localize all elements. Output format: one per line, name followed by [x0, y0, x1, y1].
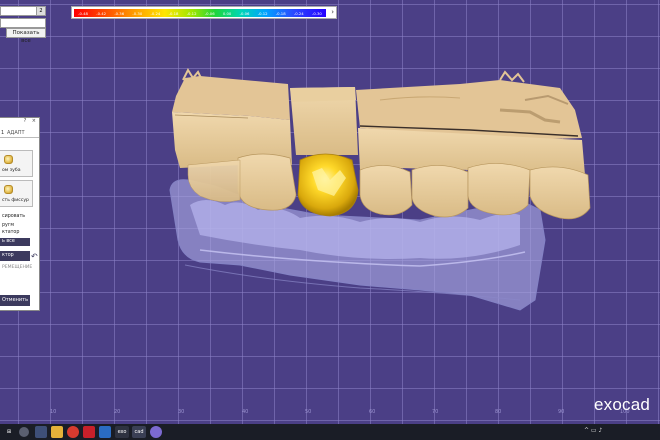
- tab-1[interactable]: 1: [1, 130, 4, 136]
- panel-tabs: 1 АДАПТ: [0, 129, 39, 138]
- system-tray-icons[interactable]: ^ ▭ ♪: [584, 427, 602, 434]
- color-scale-expand-icon[interactable]: ›: [331, 8, 334, 17]
- chrome-icon[interactable]: [67, 426, 79, 438]
- app-icon[interactable]: [99, 426, 111, 438]
- ruler-label: 80: [495, 409, 502, 415]
- viewer-icon[interactable]: [150, 426, 162, 438]
- color-tick: -0.18: [168, 10, 179, 16]
- color-tick: -0.42: [96, 10, 107, 16]
- tooth-premolar-1: [237, 153, 297, 211]
- tooth-tool-label: ом зуба: [2, 168, 21, 173]
- ruler-label: 60: [369, 409, 376, 415]
- panel-help-close-icons[interactable]: ? ×: [24, 118, 38, 124]
- ruler-label: 90: [558, 409, 565, 415]
- color-tick: -0.30: [311, 10, 322, 16]
- undo-icon[interactable]: ↶: [31, 252, 38, 261]
- color-scale-ticks: -0.48 -0.42 -0.36 -0.30 -0.24 -0.18 -0.1…: [74, 9, 326, 17]
- color-tick: -0.06: [239, 10, 250, 16]
- ruler-label: 50: [305, 409, 312, 415]
- opera-icon[interactable]: [83, 426, 95, 438]
- folder-icon[interactable]: [51, 426, 63, 438]
- visibility-field-2[interactable]: [0, 18, 46, 28]
- tooth-molar-3: [467, 163, 531, 216]
- cad-taskbar-button[interactable]: cad: [132, 426, 146, 438]
- color-tick: -0.24: [293, 10, 304, 16]
- fissure-tool-label: сть фиссур: [2, 198, 29, 203]
- color-tick: -0.24: [150, 10, 161, 16]
- task-view-icon[interactable]: [35, 426, 47, 438]
- cancel-button[interactable]: Отменить: [0, 295, 30, 306]
- fissure-tool-button[interactable]: сть фиссур: [0, 180, 33, 207]
- windows-taskbar: ⊞ exo cad ^ ▭ ♪: [0, 424, 660, 440]
- fissure-icon: [4, 185, 13, 194]
- color-tick: -0.12: [186, 10, 197, 16]
- moving-label: РЕМЕЩЕНИЕ: [2, 265, 33, 270]
- ruler-label: 40: [242, 409, 249, 415]
- ruler-label: 30: [178, 409, 185, 415]
- exocad-taskbar-button[interactable]: exo: [115, 426, 129, 438]
- tooth-molar-1: [359, 165, 413, 216]
- search-icon[interactable]: [19, 427, 29, 437]
- ruler-label: 70: [432, 409, 439, 415]
- tooth-molar-2: [411, 165, 469, 218]
- color-tick: -0.30: [132, 10, 143, 16]
- distance-color-scale: -0.48 -0.42 -0.36 -0.30 -0.24 -0.18 -0.1…: [71, 6, 337, 19]
- tab-adapt[interactable]: АДАПТ: [7, 130, 25, 136]
- color-tick: -0.36: [114, 10, 125, 16]
- 3d-viewport[interactable]: 10 20 30 40 50 60 70 80 90 100: [0, 0, 660, 424]
- panel-header: ? ×: [0, 118, 39, 127]
- show-all-button[interactable]: Показать все: [6, 28, 46, 44]
- color-tick: -0.06: [204, 10, 215, 16]
- tooth-tool-button[interactable]: ом зуба: [0, 150, 33, 177]
- ruler-label: 20: [114, 409, 121, 415]
- color-tick: -0.18: [275, 10, 286, 16]
- option-1[interactable]: сировать: [2, 214, 25, 219]
- windows-icon[interactable]: ⊞: [3, 426, 15, 438]
- adapt-tool-panel: ? × 1 АДАПТ ом зуба сть фиссур сировать …: [0, 117, 40, 311]
- color-tick: 0.00: [222, 10, 232, 16]
- visibility-number[interactable]: 2: [36, 7, 45, 15]
- ruler-label: 10: [50, 409, 57, 415]
- tooth-icon: [4, 155, 13, 164]
- color-tick: -0.12: [257, 10, 268, 16]
- visibility-field-1[interactable]: 2: [0, 6, 46, 16]
- visibility-controls: 2: [0, 6, 46, 30]
- color-tick: -0.48: [78, 10, 88, 16]
- option-3[interactable]: ктатор: [2, 230, 19, 235]
- apply-all-button[interactable]: ь все: [0, 238, 30, 246]
- option-2[interactable]: ругм: [2, 223, 14, 228]
- motor-button[interactable]: ктор: [0, 251, 30, 261]
- dental-scene[interactable]: [0, 0, 660, 424]
- exocad-logo: exocad: [594, 395, 651, 414]
